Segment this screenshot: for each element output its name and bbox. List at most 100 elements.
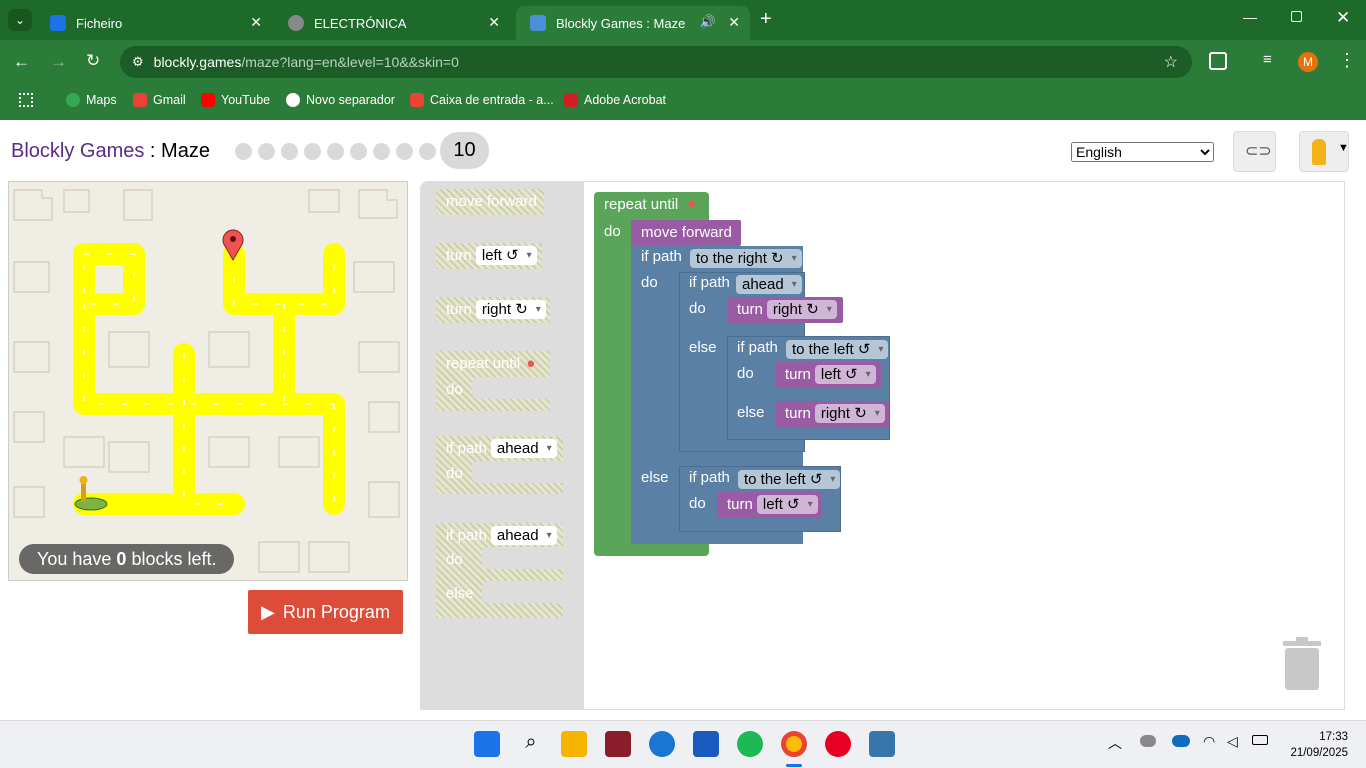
- level-dot-1[interactable]: [235, 143, 252, 160]
- minimize-button[interactable]: —: [1243, 9, 1257, 25]
- tab-electronica[interactable]: ELECTRÓNICA ✕: [274, 6, 510, 40]
- word-icon[interactable]: [693, 731, 719, 757]
- direction-dropdown[interactable]: right ↻: [766, 300, 837, 319]
- toolbox-repeat-until-block[interactable]: repeat until ● do: [436, 351, 550, 411]
- site-info-icon[interactable]: ⚙: [132, 54, 144, 70]
- python-icon[interactable]: [869, 731, 895, 757]
- close-icon[interactable]: ✕: [488, 14, 500, 31]
- profile-avatar[interactable]: M: [1298, 52, 1318, 72]
- maze-board: You have 0 blocks left.: [8, 181, 408, 581]
- chevron-down-icon: ▼: [1338, 142, 1349, 154]
- forward-icon[interactable]: →: [50, 52, 67, 72]
- path-dropdown[interactable]: to the left ↺: [786, 340, 889, 359]
- current-level: 10: [440, 132, 489, 169]
- toolbox-turn-left-block[interactable]: turn left ↺: [436, 243, 542, 269]
- bookmark-gmail[interactable]: Gmail: [133, 93, 186, 107]
- speaker-icon[interactable]: 🔊: [700, 14, 716, 30]
- system-clock[interactable]: 17:33 21/09/2025: [1290, 729, 1348, 761]
- turn-right-block[interactable]: turn right ↻: [727, 297, 843, 323]
- spotify-icon[interactable]: [737, 731, 763, 757]
- toolbox-move-forward-block[interactable]: move forward: [436, 189, 544, 215]
- level-dot-3[interactable]: [281, 143, 298, 160]
- trash-icon[interactable]: [1283, 637, 1321, 690]
- page-content: Blockly Games : Maze 10 English ⊂⊃ ▼ You…: [0, 121, 1366, 720]
- globe-icon: [288, 15, 304, 31]
- back-icon[interactable]: ←: [13, 52, 30, 72]
- brand-link[interactable]: Blockly Games: [11, 140, 144, 162]
- close-icon[interactable]: ✕: [728, 14, 740, 31]
- run-program-button[interactable]: ▶ Run Program: [248, 590, 403, 634]
- toolbox-turn-right-block[interactable]: turn right ↻: [436, 297, 550, 323]
- close-icon[interactable]: ✕: [250, 14, 262, 31]
- level-dot-9[interactable]: [419, 143, 436, 160]
- restore-button[interactable]: [1291, 11, 1302, 22]
- level-dot-7[interactable]: [373, 143, 390, 160]
- link-button[interactable]: ⊂⊃: [1233, 131, 1276, 172]
- bookmark-star-icon[interactable]: ☆: [1164, 52, 1178, 72]
- edge-icon[interactable]: [649, 731, 675, 757]
- chevron-up-icon[interactable]: ︿: [1108, 733, 1122, 753]
- tab-title: Ficheiro: [76, 15, 123, 31]
- pegman-skin-button[interactable]: ▼: [1299, 131, 1349, 172]
- path-dropdown[interactable]: ahead: [736, 275, 802, 294]
- globe-icon: [286, 93, 300, 107]
- tab-title: ELECTRÓNICA: [314, 15, 407, 31]
- bookmark-acrobat[interactable]: Adobe Acrobat: [564, 93, 666, 107]
- turn-left-block[interactable]: turn left ↺: [775, 362, 881, 388]
- bookmark-youtube[interactable]: YouTube: [201, 93, 270, 107]
- language-select[interactable]: English: [1071, 142, 1214, 162]
- path-dropdown[interactable]: ahead: [490, 526, 557, 545]
- tab-search-button[interactable]: ⌄: [8, 9, 32, 31]
- active-app-indicator: [786, 764, 802, 767]
- blockly-workspace[interactable]: repeat until ● do move forward if path t…: [583, 181, 1345, 710]
- direction-dropdown[interactable]: left ↺: [475, 246, 537, 265]
- battery-icon[interactable]: [1252, 735, 1268, 745]
- url-host: blockly.games: [153, 54, 242, 70]
- file-explorer-icon[interactable]: [561, 731, 587, 757]
- path-dropdown[interactable]: to the left ↺: [738, 470, 841, 489]
- wifi-icon[interactable]: ◠: [1203, 733, 1215, 750]
- acrobat-icon: [564, 93, 578, 107]
- apps-grid-icon[interactable]: [19, 93, 33, 107]
- blocks-left-status: You have 0 blocks left.: [19, 544, 235, 574]
- direction-dropdown[interactable]: left ↺: [814, 365, 876, 384]
- cloud-sync-icon[interactable]: [1140, 735, 1156, 747]
- address-bar[interactable]: ⚙ blockly.games/maze?lang=en&level=10&&s…: [120, 46, 1192, 78]
- onedrive-icon[interactable]: [1172, 735, 1190, 747]
- toolbox-if-else-block[interactable]: if pathahead do else: [436, 523, 563, 618]
- level-dot-6[interactable]: [350, 143, 367, 160]
- level-dot-2[interactable]: [258, 143, 275, 160]
- close-window-button[interactable]: ✕: [1336, 8, 1350, 28]
- maze-svg: [13, 189, 400, 573]
- path-dropdown[interactable]: to the right ↻: [690, 249, 802, 268]
- search-icon[interactable]: ⌕: [518, 731, 544, 757]
- turn-left-block[interactable]: turn left ↺: [717, 492, 821, 518]
- reload-icon[interactable]: ↻: [86, 51, 100, 71]
- start-icon[interactable]: [474, 731, 500, 757]
- volume-icon[interactable]: ◁: [1227, 733, 1238, 750]
- play-icon: ▶: [261, 601, 275, 622]
- app-icon[interactable]: [605, 731, 631, 757]
- direction-dropdown[interactable]: right ↻: [814, 404, 885, 423]
- direction-dropdown[interactable]: right ↻: [475, 300, 546, 319]
- tab-ficheiro[interactable]: Ficheiro ✕: [36, 6, 272, 40]
- bookmark-inbox[interactable]: Caixa de entrada - a...: [410, 93, 554, 107]
- path-dropdown[interactable]: ahead: [490, 439, 557, 458]
- bookmark-maps[interactable]: Maps: [66, 93, 117, 107]
- level-dot-8[interactable]: [396, 143, 413, 160]
- menu-icon[interactable]: ⋮: [1338, 50, 1356, 71]
- level-dot-4[interactable]: [304, 143, 321, 160]
- tab-blockly-maze[interactable]: Blockly Games : Maze 🔊 ✕: [516, 6, 750, 40]
- media-control-icon[interactable]: ≡: [1263, 51, 1272, 68]
- direction-dropdown[interactable]: left ↺: [756, 495, 818, 514]
- chrome-icon[interactable]: [781, 731, 807, 757]
- bookmark-new-tab[interactable]: Novo separador: [286, 93, 395, 107]
- extensions-icon[interactable]: [1209, 52, 1227, 70]
- new-tab-button[interactable]: +: [760, 8, 772, 31]
- level-dot-5[interactable]: [327, 143, 344, 160]
- toolbox-if-path-block[interactable]: if pathahead do: [436, 436, 563, 494]
- move-forward-block[interactable]: move forward: [631, 220, 741, 246]
- turn-right-block[interactable]: turn right ↻: [775, 401, 889, 427]
- pinterest-icon[interactable]: [825, 731, 851, 757]
- page-title: Blockly Games : Maze: [11, 140, 210, 162]
